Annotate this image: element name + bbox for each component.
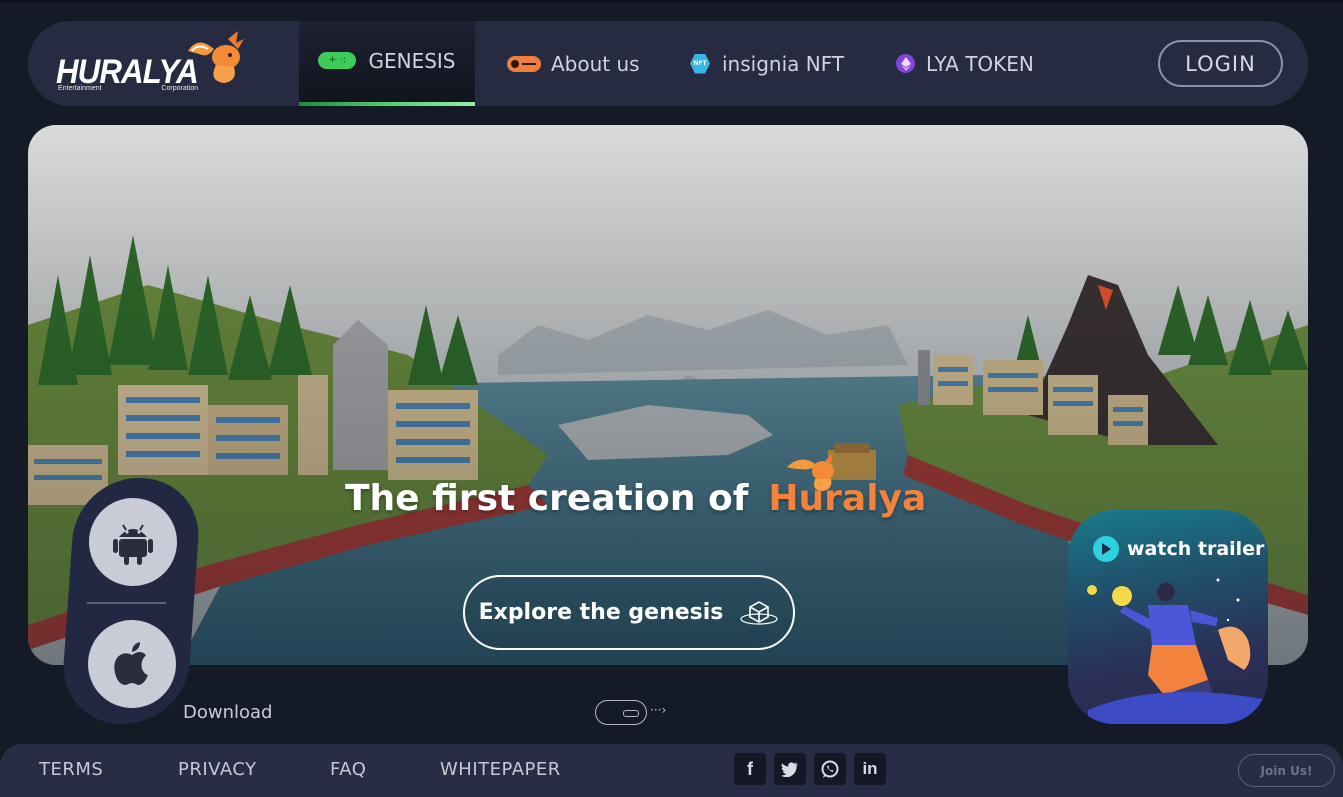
facebook-icon[interactable]: f (734, 753, 766, 785)
download-label: Download (183, 702, 273, 723)
nav-lya-token[interactable]: LYA TOKEN (896, 21, 1034, 106)
hero-title-prefix: The first creation of (345, 478, 749, 519)
apple-download-button[interactable] (88, 620, 176, 708)
logo-wordmark: HURALYA (56, 53, 199, 91)
hero-title-accent: Huralya (768, 478, 927, 519)
logo-subtitle: Entertainment Corporation (58, 85, 198, 92)
top-navbar: HURALYA Entertainment Corporation + ·: GE… (28, 21, 1308, 106)
toggle-icon (507, 55, 541, 72)
scroll-arrow-icon: ···› (650, 703, 667, 717)
footer-link-faq[interactable]: FAQ (330, 759, 366, 780)
logo-subtitle-left: Entertainment (58, 85, 102, 92)
nav-about-us[interactable]: About us (507, 21, 640, 106)
twitter-icon[interactable] (774, 753, 806, 785)
nav-about-us-label: About us (551, 51, 640, 76)
gamepad-icon: + ·: (318, 52, 357, 69)
footer-link-terms[interactable]: TERMS (39, 759, 103, 780)
huralya-logo[interactable]: HURALYA Entertainment Corporation (56, 31, 256, 97)
whatsapp-icon[interactable] (814, 753, 846, 785)
nft-icon: NFT (690, 53, 710, 74)
footer-link-privacy[interactable]: PRIVACY (178, 759, 257, 780)
scroll-indicator[interactable] (595, 700, 647, 725)
top-strip (0, 0, 1343, 2)
nav-insignia-nft[interactable]: NFT insignia NFT (690, 21, 844, 106)
trailer-illustration (1087, 578, 1268, 724)
join-us-button[interactable]: Join Us! (1238, 754, 1335, 787)
footer: TERMS PRIVACY FAQ WHITEPAPER f in (0, 744, 1343, 797)
nav-insignia-nft-label: insignia NFT (722, 51, 845, 76)
3d-cube-icon (740, 600, 778, 625)
logo-subtitle-right: Corporation (161, 85, 198, 92)
apple-icon (114, 642, 148, 685)
hero-title: The first creation of Huralya (345, 478, 926, 528)
login-button[interactable]: LOGIN (1158, 40, 1283, 87)
explore-genesis-label: Explore the genesis (478, 600, 724, 625)
download-divider (87, 602, 166, 604)
watch-trailer-card[interactable]: watch trailer (1068, 510, 1268, 724)
nav-lya-token-label: LYA TOKEN (926, 51, 1034, 76)
android-icon (113, 524, 153, 565)
nav-genesis-label: GENESIS (368, 48, 456, 73)
footer-link-whitepaper[interactable]: WHITEPAPER (440, 759, 561, 780)
linkedin-icon[interactable]: in (854, 753, 886, 785)
nav-genesis[interactable]: + ·: GENESIS (299, 21, 475, 106)
explore-genesis-button[interactable]: Explore the genesis (463, 575, 795, 650)
android-download-button[interactable] (89, 498, 177, 586)
ethereum-icon (896, 54, 915, 73)
